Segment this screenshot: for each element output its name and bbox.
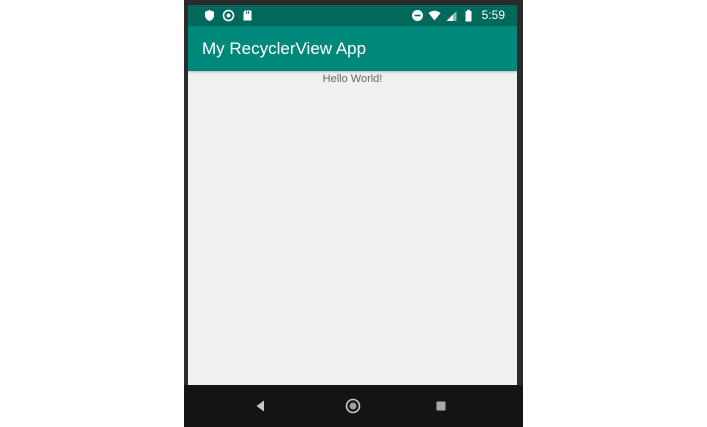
status-bar: 5:59	[188, 5, 517, 26]
back-button[interactable]	[251, 396, 271, 416]
recents-button[interactable]	[431, 396, 451, 416]
status-left-icons	[203, 9, 260, 22]
shield-icon	[203, 9, 216, 22]
status-time: 5:59	[481, 8, 505, 22]
battery-icon	[462, 9, 475, 22]
back-icon	[251, 396, 271, 416]
status-right-icons: 5:59	[411, 9, 505, 22]
sd-card-icon	[241, 9, 254, 22]
recents-icon	[431, 396, 451, 416]
wifi-icon	[428, 9, 441, 22]
phone-frame: 5:59 My RecyclerView App Hello World!	[184, 0, 523, 427]
home-button[interactable]	[343, 396, 363, 416]
app-title: My RecyclerView App	[202, 39, 367, 58]
app-bar: My RecyclerView App	[188, 26, 517, 71]
device-screen: 5:59 My RecyclerView App Hello World!	[188, 5, 517, 385]
home-icon	[343, 396, 363, 416]
hello-text: Hello World!	[322, 73, 383, 85]
navigation-bar	[184, 385, 523, 427]
do-not-disturb-icon	[411, 9, 424, 22]
settings-sync-icon	[222, 9, 235, 22]
cell-signal-icon	[445, 9, 458, 22]
